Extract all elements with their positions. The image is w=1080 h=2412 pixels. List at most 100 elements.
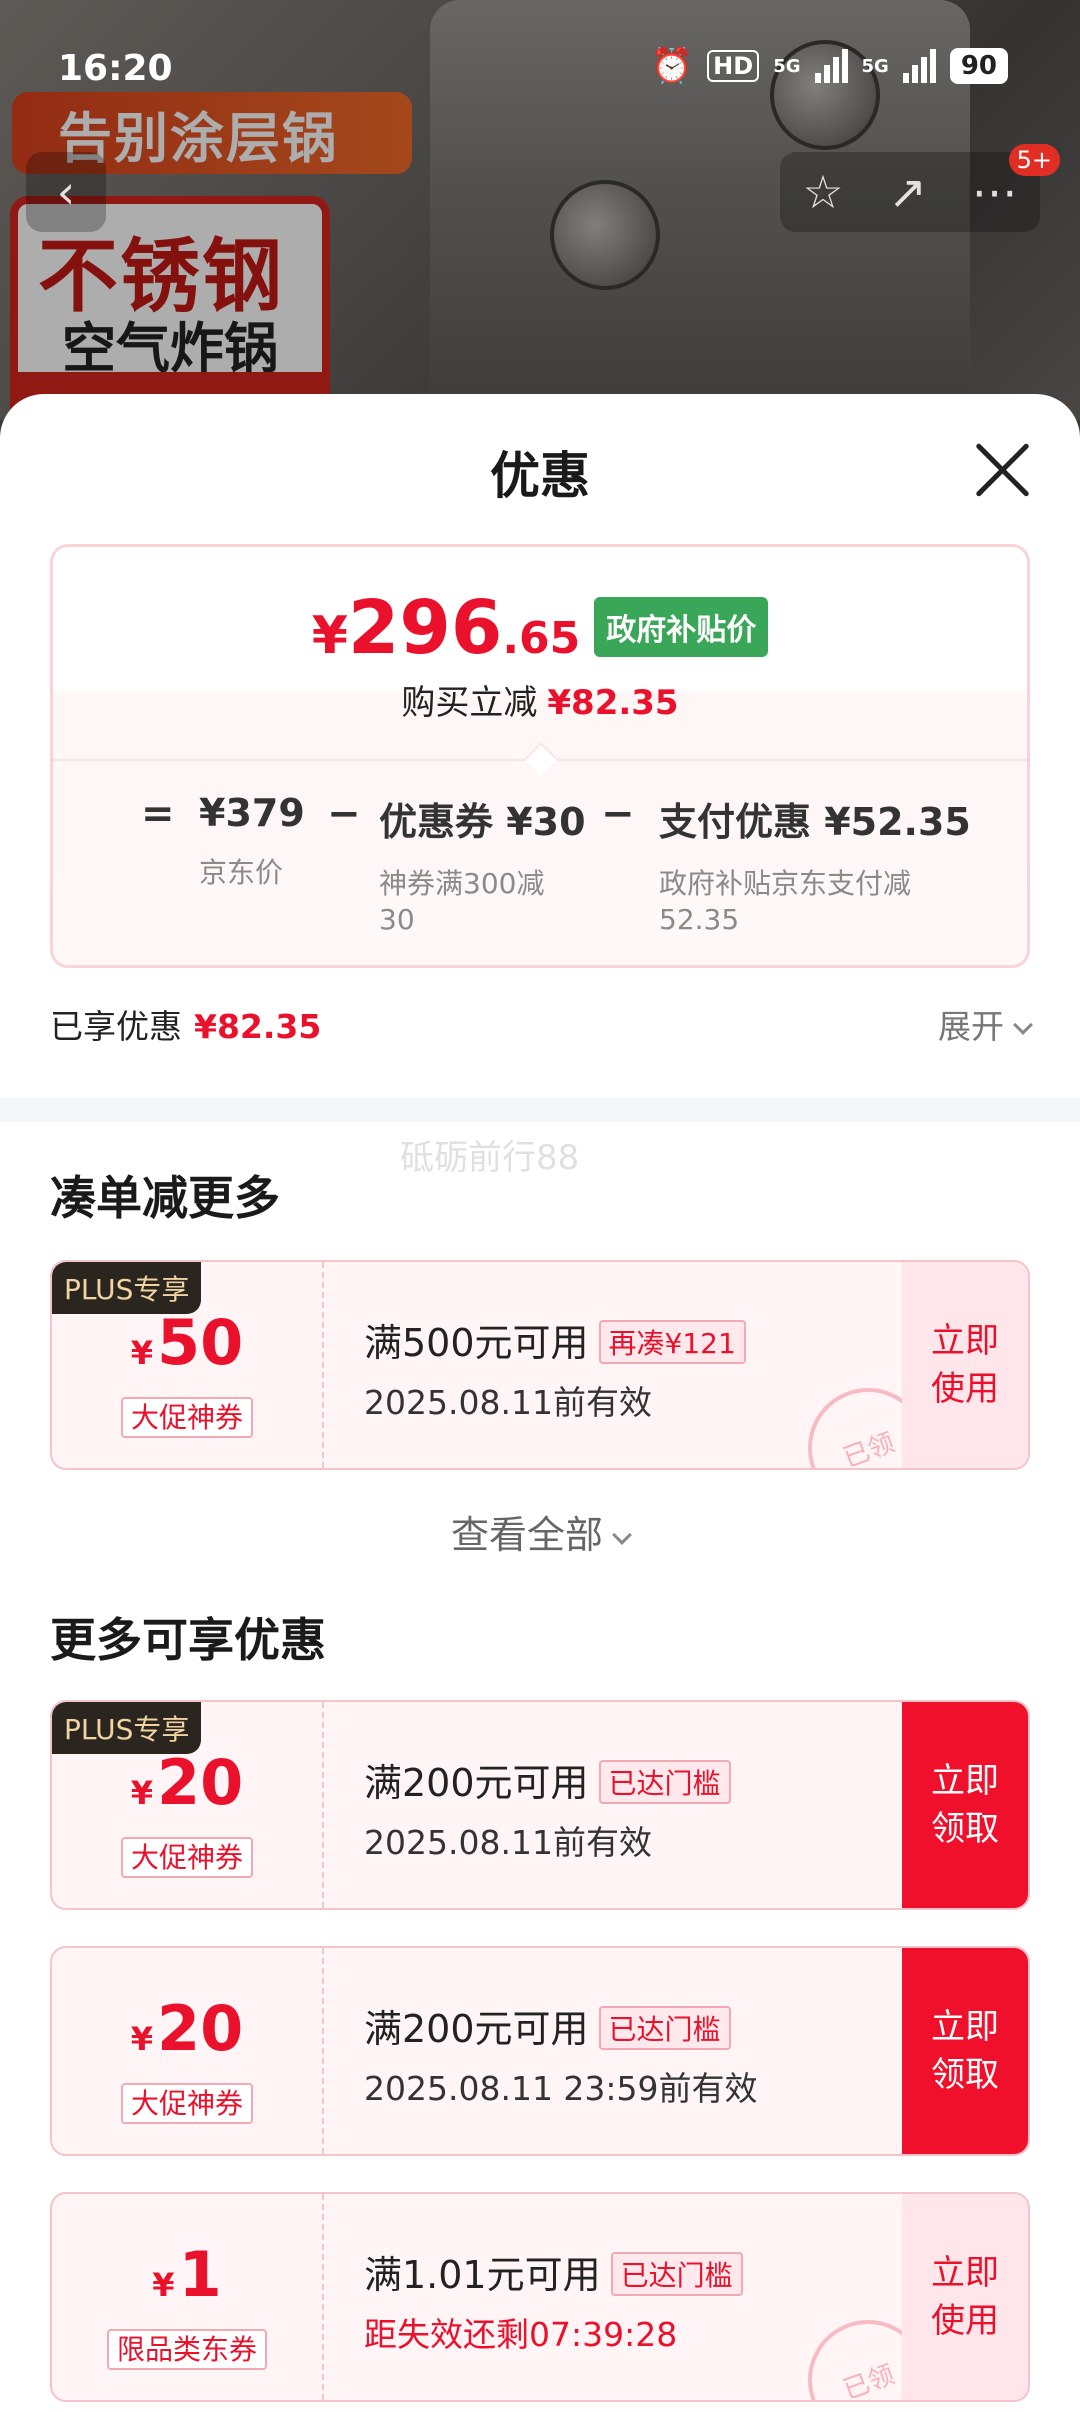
coupon-details: 满200元可用 已达门槛 2025.08.11 23:59前有效: [364, 1998, 924, 2110]
chevron-down-icon: [612, 1525, 632, 1545]
coupon-amount-area: ¥1 限品类东券: [52, 2194, 324, 2400]
coupon-currency: ¥: [152, 2266, 175, 2304]
coupon-condition-text: 满200元可用: [364, 2007, 589, 2051]
coupon-amount-area: PLUS专享 ¥20 大促神券: [52, 1702, 324, 1908]
watermark: 砥砺前行88: [400, 1138, 580, 1178]
star-icon[interactable]: ☆: [802, 165, 843, 219]
use-now-button[interactable]: 立即 使用: [902, 2194, 1028, 2400]
coupon-value: 20: [156, 1746, 244, 1819]
price-currency: ¥: [311, 606, 348, 666]
section-title-more-offers: 更多可享优惠: [50, 1613, 326, 1667]
price-formula: = ¥379 京东价 − 优惠券 ¥30 神券满300减30 − 支付优惠 ¥5…: [53, 791, 1027, 941]
coupon-status-pill: 已达门槛: [598, 2005, 731, 2050]
status-icons: ⏰ HD 5G 5G 90: [651, 46, 1008, 86]
coupon-type: 大促神券: [52, 2082, 322, 2124]
chevron-left-icon: ‹: [56, 165, 76, 219]
final-price: ¥296.65: [312, 585, 581, 671]
claim-now-button[interactable]: 立即 领取: [902, 1948, 1028, 2154]
coupon-type-label: 大促神券: [120, 1837, 253, 1878]
action-line-2: 使用: [931, 2301, 999, 2341]
message-count-badge: 5+: [1008, 144, 1060, 176]
price-decimal: .65: [502, 613, 581, 664]
gov-subsidy-badge: 政府补贴价: [594, 597, 769, 657]
nav-actions: ☆ ↗ ⋯: [780, 152, 1040, 232]
use-now-button[interactable]: 立即 使用: [902, 1262, 1028, 1468]
formula-item-coupon: 优惠券 ¥30 神券满300减30: [379, 791, 586, 938]
minus-sign: −: [327, 791, 361, 837]
back-button[interactable]: ‹: [26, 152, 106, 232]
price-summary-card: ¥296.65 政府补贴价 购买立减 ¥82.35 = ¥379 京东价 − 优惠…: [50, 544, 1030, 968]
share-icon[interactable]: ↗: [888, 165, 927, 219]
coupon-currency: ¥: [130, 1774, 153, 1812]
signal-icon: [814, 49, 848, 83]
coupon-amount: ¥20: [52, 1746, 322, 1819]
coupon-card[interactable]: ¥20 大促神券 满200元可用 已达门槛 2025.08.11 23:59前有效…: [50, 1946, 1030, 2156]
pointer-notch: [524, 742, 558, 776]
view-all-button[interactable]: 查看全部: [0, 1504, 1080, 1559]
coupon-condition: 满1.01元可用 已达门槛: [364, 2244, 924, 2300]
enjoyed-discount: 已享优惠 ¥82.35: [50, 1000, 321, 1048]
enjoyed-discount-value: ¥82.35: [194, 1007, 322, 1046]
coupon-value: 1: [178, 2238, 222, 2311]
network-5g-label: 5G: [773, 55, 801, 77]
coupon-condition: 满200元可用 已达门槛: [364, 1752, 924, 1808]
coupon-card[interactable]: PLUS专享 ¥20 大促神券 满200元可用 已达门槛 2025.08.11前有…: [50, 1700, 1030, 1910]
coupon-amount-area: PLUS专享 ¥50 大促神券: [52, 1262, 324, 1468]
price-integer: 296: [347, 585, 503, 671]
coupon-condition-text: 满200元可用: [364, 1761, 589, 1805]
more-icon[interactable]: ⋯: [972, 165, 1018, 219]
coupon-card[interactable]: ¥1 限品类东券 满1.01元可用 已达门槛 距失效还剩07:39:28 已领 立…: [50, 2192, 1030, 2402]
battery-icon: 90: [949, 48, 1008, 84]
coupon-amount: ¥1: [52, 2238, 322, 2311]
coupon-expiry: 2025.08.11 23:59前有效: [364, 2068, 758, 2108]
coupon-card[interactable]: PLUS专享 ¥50 大促神券 满500元可用 再凑¥121 2025.08.11…: [50, 1260, 1030, 1470]
signal-icon-2: [902, 49, 936, 83]
coupon-status-pill: 再凑¥121: [598, 1319, 746, 1364]
coupon-status-pill: 已达门槛: [610, 2251, 743, 2296]
expand-button[interactable]: 展开: [938, 1000, 1033, 1048]
instant-discount-row: 购买立减 ¥82.35: [53, 675, 1027, 724]
payment-discount-value: 支付优惠 ¥52.35: [659, 800, 971, 844]
coupon-details: 满200元可用 已达门槛 2025.08.11前有效: [364, 1752, 924, 1864]
coupon-amount: ¥20: [52, 1992, 322, 2065]
final-price-row: ¥296.65 政府补贴价: [53, 585, 1027, 671]
coupon-type: 大促神券: [52, 1396, 322, 1438]
sheet-title: 优惠: [490, 447, 590, 505]
coupon-amount-area: ¥20 大促神券: [52, 1948, 324, 2154]
chevron-down-icon: [1013, 1015, 1033, 1035]
jd-price-value: ¥379: [199, 791, 305, 835]
coupon-amount: ¥50: [52, 1306, 322, 1379]
coupon-currency: ¥: [130, 2020, 153, 2058]
section-title-bundle: 凑单减更多: [50, 1171, 280, 1225]
close-icon[interactable]: [972, 440, 1032, 500]
minus-sign: −: [601, 791, 635, 837]
coupon-type: 限品类东券: [52, 2328, 322, 2370]
equals-sign: =: [141, 791, 175, 837]
coupon-value: 20: [156, 1992, 244, 2065]
top-nav: ‹ ☆ ↗ ⋯ 5+: [0, 144, 1080, 240]
view-all-label: 查看全部: [450, 1513, 603, 1557]
coupon-type-label: 大促神券: [120, 2083, 253, 2124]
coupon-condition-text: 满500元可用: [364, 1321, 589, 1365]
instant-discount-label: 购买立减: [401, 683, 538, 723]
payment-discount-label: 政府补贴京东支付减52.35: [659, 867, 912, 936]
claim-now-button[interactable]: 立即 领取: [902, 1702, 1028, 1908]
formula-item-jd-price: ¥379 京东价: [199, 791, 305, 891]
network-5g-label-2: 5G: [861, 55, 889, 77]
action-line-2: 领取: [931, 2055, 999, 2095]
hd-icon: HD: [707, 50, 760, 82]
action-line-2: 领取: [931, 1809, 999, 1849]
formula-item-payment: 支付优惠 ¥52.35 政府补贴京东支付减52.35: [659, 791, 971, 938]
coupon-expiry: 2025.08.11前有效: [364, 1822, 652, 1862]
expand-label: 展开: [938, 1007, 1004, 1046]
coupon-type-label: 大促神券: [120, 1397, 253, 1438]
discount-sheet: 优惠 ¥296.65 政府补贴价 购买立减 ¥82.35 = ¥379 京东价 −…: [0, 394, 1080, 2412]
status-bar: 16:20 ⏰ HD 5G 5G 90: [0, 0, 1080, 140]
enjoyed-discount-label: 已享优惠: [50, 1007, 182, 1046]
action-line-2: 使用: [931, 1369, 999, 1409]
coupon-discount-value: 优惠券 ¥30: [379, 800, 586, 844]
instant-discount-value: ¥82.35: [547, 683, 679, 723]
coupon-status-pill: 已达门槛: [598, 1759, 731, 1804]
status-time: 16:20: [58, 48, 173, 89]
coupon-type-label: 限品类东券: [106, 2329, 267, 2370]
